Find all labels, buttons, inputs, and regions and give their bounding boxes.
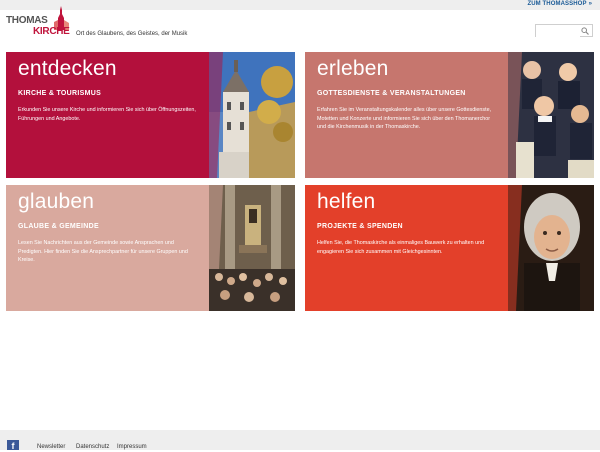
thomasshop-link[interactable]: ZUM THOMASSHOP» [527, 1, 592, 7]
tile-helfen[interactable]: helfen PROJEKTE & SPENDEN Helfen Sie, di… [305, 185, 594, 311]
tile-glauben[interactable]: glauben GLAUBE & GEMEINDE Lesen Sie Nach… [6, 185, 295, 311]
tile-erleben[interactable]: erleben GOTTESDIENSTE & VERANSTALTUNGEN … [305, 52, 594, 178]
tile-subtitle: GLAUBE & GEMEINDE [18, 223, 99, 230]
choir-photo [508, 52, 594, 178]
tile-subtitle: KIRCHE & TOURISMUS [18, 90, 102, 97]
church-interior-photo [209, 185, 295, 311]
thomaskirche-logo[interactable]: THOMAS KIRCHE [6, 6, 72, 40]
search-field[interactable] [535, 24, 593, 43]
church-tower-photo [209, 52, 295, 178]
search-input[interactable] [536, 31, 580, 43]
chevron-right-icon: » [588, 1, 592, 7]
bach-portrait-photo [508, 185, 594, 311]
facebook-icon[interactable]: f [7, 440, 19, 451]
tile-description: Lesen Sie Nachrichten aus der Gemeinde s… [18, 240, 188, 263]
tile-description: Erfahren Sie im Veranstaltungskalender a… [317, 107, 492, 130]
footer-link-impressum[interactable]: Impressum [117, 444, 147, 450]
logo-text-kirche: KIRCHE [33, 26, 70, 37]
top-bar: ZUM THOMASSHOP» [0, 0, 600, 10]
thomasshop-link-label: ZUM THOMASSHOP [527, 1, 587, 7]
tile-title: entdecken [18, 57, 117, 80]
tile-description: Helfen Sie, die Thomaskirche als einmali… [317, 240, 485, 255]
tile-subtitle: GOTTESDIENSTE & VERANSTALTUNGEN [317, 90, 466, 97]
search-icon[interactable] [581, 27, 589, 35]
footer-link-newsletter[interactable]: Newsletter [37, 444, 65, 450]
footer: f Newsletter Datenschutz Impressum [0, 430, 600, 451]
tile-entdecken[interactable]: entdecken KIRCHE & TOURISMUS Erkunden Si… [6, 52, 295, 178]
logo-text-thomas: THOMAS [6, 15, 48, 26]
tagline: Ort des Glaubens, des Geistes, der Musik [76, 31, 188, 37]
tile-description: Erkunden Sie unsere Kirche und informier… [18, 107, 196, 122]
tile-title: helfen [317, 190, 376, 213]
tile-subtitle: PROJEKTE & SPENDEN [317, 223, 403, 230]
footer-link-datenschutz[interactable]: Datenschutz [76, 444, 109, 450]
tile-title: erleben [317, 57, 389, 80]
tile-title: glauben [18, 190, 95, 213]
